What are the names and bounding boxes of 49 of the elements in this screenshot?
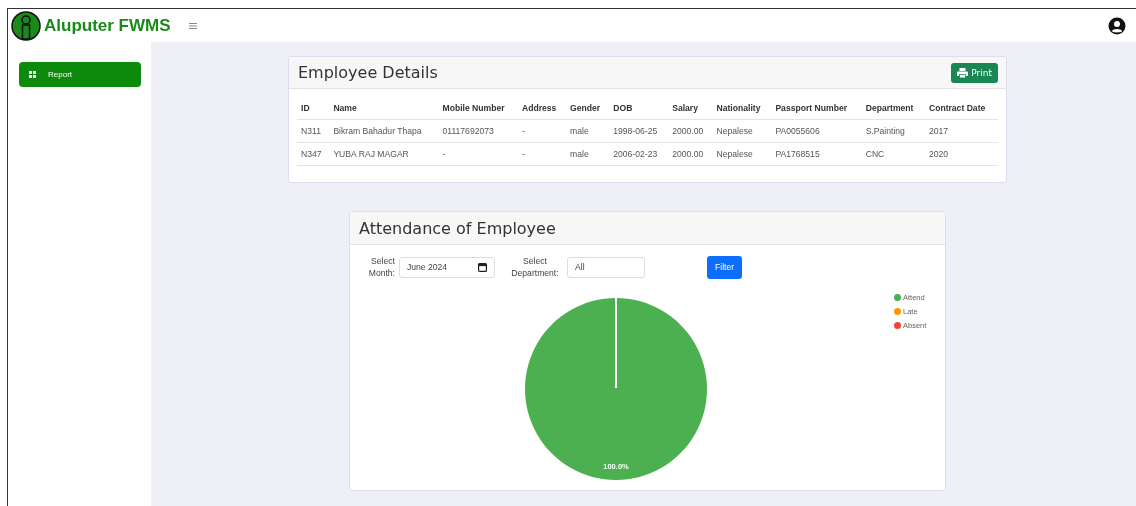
column-header: Gender <box>566 97 610 120</box>
table-cell: 2017 <box>924 119 998 143</box>
column-header: DOB <box>609 97 669 120</box>
table-cell: 1998-06-25 <box>609 119 669 143</box>
column-header: ID <box>297 97 330 120</box>
table-cell: 2000.00 <box>668 142 713 166</box>
column-header: Salary <box>668 97 713 120</box>
field-label: Select Department: <box>510 255 560 280</box>
table-cell: N347 <box>297 142 330 166</box>
column-header: Mobile Number <box>438 97 518 120</box>
print-button[interactable]: Print <box>951 62 998 83</box>
field-label: Select Month: <box>367 255 395 280</box>
table-cell: S.Painting <box>861 119 925 143</box>
column-header: Department <box>861 97 925 120</box>
user-icon[interactable] <box>1108 16 1126 35</box>
table-cell: 2000.00 <box>668 119 713 143</box>
sidebar-item[interactable]: Report <box>19 62 141 87</box>
table-cell: - <box>438 142 518 166</box>
table-cell: male <box>566 142 610 166</box>
table-cell: Nepalese <box>712 142 772 166</box>
column-header: Passport Number <box>771 97 862 120</box>
department-field[interactable]: All <box>567 256 645 278</box>
calendar-icon <box>478 262 487 272</box>
table-cell: PA0055606 <box>771 119 862 143</box>
filter-button[interactable]: Filter <box>707 255 743 279</box>
column-header: Name <box>329 97 439 120</box>
logo-icon <box>11 10 41 41</box>
table-cell: Nepalese <box>712 119 772 143</box>
table-cell: 2020 <box>924 142 998 166</box>
column-header: Address <box>517 97 567 120</box>
table-cell: - <box>517 119 567 143</box>
card-title: Employee Details <box>298 63 438 82</box>
table-cell: N311 <box>297 119 330 143</box>
menu-icon[interactable] <box>188 22 197 29</box>
app-title: Aluputer FWMS <box>44 15 171 36</box>
table-cell: male <box>566 119 610 143</box>
column-header: Contract Date <box>924 97 998 120</box>
table-cell: YUBA RAJ MAGAR <box>329 142 439 166</box>
card-title: Attendance of Employee <box>359 218 556 238</box>
table-cell: PA1768515 <box>771 142 862 166</box>
column-header: Nationality <box>712 97 772 120</box>
table-cell: - <box>517 142 567 166</box>
table-cell: CNC <box>861 142 925 166</box>
printer-icon <box>957 67 969 78</box>
table-cell: 2006-02-23 <box>609 142 669 166</box>
month-field[interactable]: June 2024 <box>399 256 495 278</box>
grid-icon <box>29 71 36 78</box>
table-cell: 01117692073 <box>438 119 518 143</box>
table-cell: Bikram Bahadur Thapa <box>329 119 439 143</box>
